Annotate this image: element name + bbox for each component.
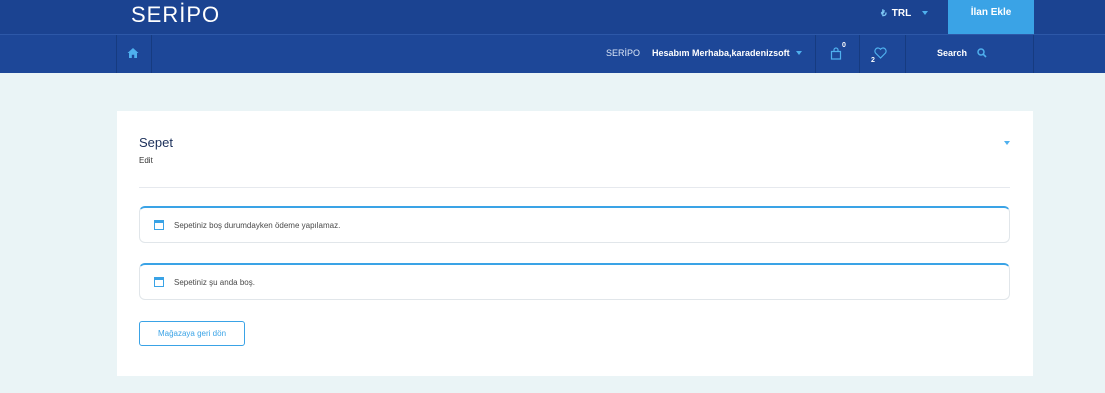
nav-divider bbox=[151, 35, 152, 73]
heart-icon[interactable] bbox=[874, 47, 887, 59]
nav-divider bbox=[815, 35, 816, 73]
page-title: Sepet bbox=[139, 135, 173, 150]
chevron-down-icon bbox=[922, 11, 929, 15]
account-label: Hesabım Merhaba,karadenizsoft bbox=[652, 48, 790, 58]
lira-icon: ₺ bbox=[881, 7, 887, 18]
nav-divider bbox=[116, 35, 117, 73]
account-logo: SERİPO bbox=[606, 48, 641, 58]
info-notice: Sepetiniz şu anda boş. bbox=[139, 263, 1010, 300]
add-listing-button[interactable]: İlan Ekle bbox=[948, 0, 1034, 34]
search-button[interactable]: Search bbox=[937, 48, 987, 58]
notice-text: Sepetiniz boş durumdayken ödeme yapılama… bbox=[174, 220, 341, 230]
window-icon bbox=[154, 277, 164, 287]
main-navbar: SERİPO Hesabım Merhaba,karadenizsoft 0 2… bbox=[0, 34, 1105, 73]
top-header: SERİPO ₺ TRL İlan Ekle bbox=[0, 0, 1105, 34]
info-notice: Sepetiniz boş durumdayken ödeme yapılama… bbox=[139, 206, 1010, 243]
wishlist-count-badge: 2 bbox=[871, 57, 875, 64]
chevron-down-icon[interactable] bbox=[1004, 141, 1010, 145]
account-menu[interactable]: SERİPO Hesabım Merhaba,karadenizsoft bbox=[606, 48, 802, 58]
edit-link[interactable]: Edit bbox=[139, 156, 153, 165]
home-icon[interactable] bbox=[127, 47, 139, 59]
nav-divider bbox=[1033, 35, 1034, 73]
currency-selector[interactable]: ₺ TRL bbox=[881, 6, 929, 20]
divider bbox=[139, 187, 1010, 188]
search-icon bbox=[977, 48, 987, 58]
return-to-shop-button[interactable]: Mağazaya geri dön bbox=[139, 321, 245, 346]
search-label: Search bbox=[937, 48, 968, 58]
cart-panel: Sepet Edit Sepetiniz boş durumdayken öde… bbox=[117, 111, 1033, 376]
notice-text: Sepetiniz şu anda boş. bbox=[174, 277, 255, 287]
currency-label: TRL bbox=[891, 7, 912, 19]
site-logo[interactable]: SERİPO bbox=[131, 2, 220, 28]
cart-count-badge: 0 bbox=[842, 42, 846, 49]
nav-divider bbox=[905, 35, 906, 73]
window-icon bbox=[154, 220, 164, 230]
chevron-down-icon bbox=[795, 51, 802, 55]
shopping-bag-icon[interactable] bbox=[830, 47, 842, 60]
nav-divider bbox=[859, 35, 860, 73]
